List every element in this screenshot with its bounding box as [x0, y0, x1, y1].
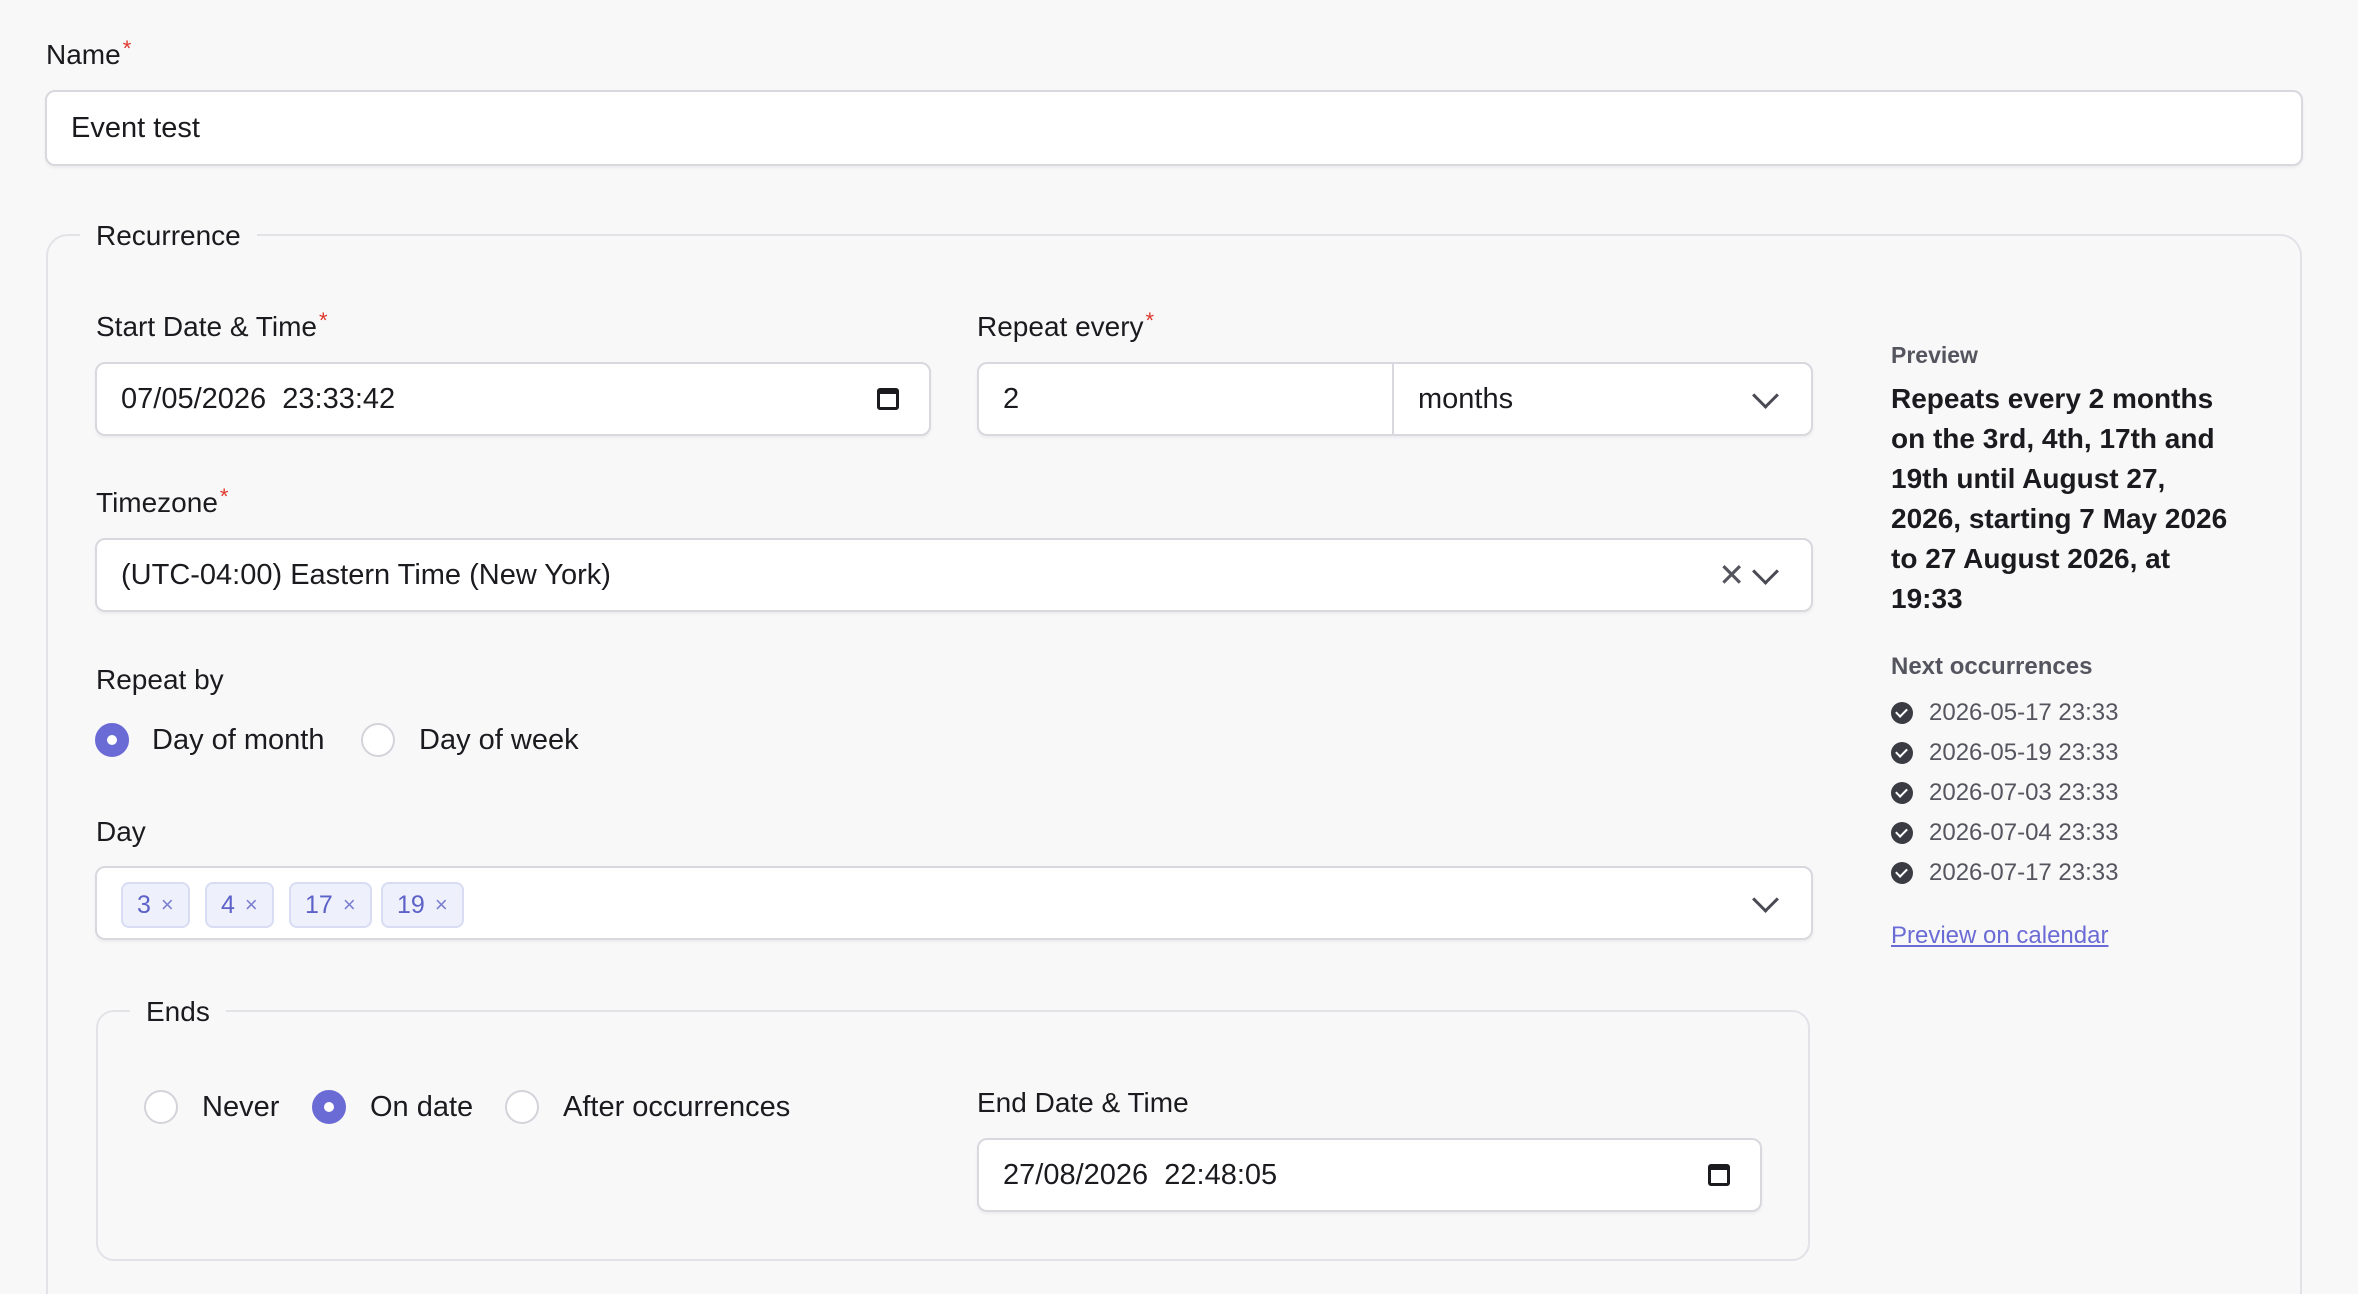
start-datetime-value: 07/05/2026 23:33:42: [121, 382, 396, 415]
day-chip-label: 19: [397, 890, 425, 919]
radio-day-of-month[interactable]: [95, 723, 129, 757]
ends-legend: Ends: [130, 995, 226, 1029]
check-circle-icon: [1891, 862, 1913, 884]
calendar-icon[interactable]: [1708, 1164, 1730, 1186]
repeat-every-value: 2: [1003, 382, 1020, 415]
radio-never[interactable]: [144, 1090, 178, 1124]
radio-day-of-week-label[interactable]: Day of week: [419, 723, 579, 757]
day-chip-label: 3: [137, 890, 151, 919]
check-circle-icon: [1891, 742, 1913, 764]
timezone-value: (UTC-04:00) Eastern Time (New York): [121, 558, 611, 591]
occurrence-text: 2026-05-19 23:33: [1929, 739, 2119, 766]
day-chip: 19 ×: [381, 882, 464, 928]
chevron-down-icon: [1752, 382, 1779, 409]
recurrence-legend: Recurrence: [80, 219, 257, 253]
day-label: Day: [96, 816, 146, 847]
repeat-unit-select[interactable]: months: [1394, 364, 1811, 434]
radio-after-occurrences[interactable]: [505, 1090, 539, 1124]
day-chip-label: 4: [221, 890, 235, 919]
required-mark: *: [1145, 308, 1155, 333]
radio-on-date[interactable]: [312, 1090, 346, 1124]
day-multiselect[interactable]: 3 × 4 × 17 × 19 ×: [95, 866, 1813, 940]
timezone-select[interactable]: (UTC-04:00) Eastern Time (New York) ✕: [95, 538, 1813, 612]
name-input[interactable]: Event test: [45, 90, 2303, 166]
start-datetime-label: Start Date & Time*: [96, 308, 328, 344]
remove-chip-icon[interactable]: ×: [435, 892, 448, 918]
occurrence-item: 2026-05-17 23:33: [1891, 699, 2119, 727]
repeat-every-label-text: Repeat every: [977, 311, 1144, 342]
radio-never-label[interactable]: Never: [202, 1090, 279, 1124]
repeat-every-group: 2 months: [977, 362, 1813, 436]
occurrence-text: 2026-07-03 23:33: [1929, 779, 2119, 806]
occurrence-item: 2026-07-03 23:33: [1891, 779, 2119, 807]
remove-chip-icon[interactable]: ×: [245, 892, 258, 918]
day-chip: 4 ×: [205, 882, 274, 928]
calendar-icon[interactable]: [877, 388, 899, 410]
radio-day-of-week[interactable]: [361, 723, 395, 757]
repeat-by-label: Repeat by: [96, 664, 224, 695]
preview-title: Preview: [1891, 342, 1978, 368]
radio-after-occurrences-label[interactable]: After occurrences: [563, 1090, 790, 1124]
required-mark: *: [122, 36, 132, 61]
day-chip-label: 17: [305, 890, 333, 919]
day-chip: 3 ×: [121, 882, 190, 928]
start-datetime-input[interactable]: 07/05/2026 23:33:42: [95, 362, 931, 436]
repeat-every-label: Repeat every*: [977, 308, 1155, 344]
timezone-label: Timezone*: [96, 484, 229, 520]
event-form: Name* Event test Recurrence Start Date &…: [0, 0, 2358, 1294]
required-mark: *: [219, 484, 229, 509]
start-datetime-label-text: Start Date & Time: [96, 311, 317, 342]
occurrence-item: 2026-07-04 23:33: [1891, 819, 2119, 847]
radio-day-of-month-label[interactable]: Day of month: [152, 723, 324, 757]
chevron-down-icon: [1752, 558, 1779, 585]
occurrence-text: 2026-07-17 23:33: [1929, 859, 2119, 886]
occurrence-item: 2026-05-19 23:33: [1891, 739, 2119, 767]
occurrence-text: 2026-05-17 23:33: [1929, 699, 2119, 726]
preview-description: Repeats every 2 months on the 3rd, 4th, …: [1891, 383, 2228, 614]
next-occurrences-title: Next occurrences: [1891, 653, 2093, 680]
check-circle-icon: [1891, 782, 1913, 804]
radio-on-date-label[interactable]: On date: [370, 1090, 473, 1124]
repeat-unit-value: months: [1418, 382, 1514, 415]
repeat-every-input[interactable]: 2: [979, 364, 1394, 434]
name-label-text: Name: [46, 39, 121, 70]
occurrence-item: 2026-07-17 23:33: [1891, 859, 2119, 887]
remove-chip-icon[interactable]: ×: [343, 892, 356, 918]
ends-fieldset: [96, 1010, 1810, 1261]
remove-chip-icon[interactable]: ×: [161, 892, 174, 918]
required-mark: *: [318, 308, 328, 333]
name-label: Name*: [46, 36, 132, 72]
day-chip: 17 ×: [289, 882, 372, 928]
chevron-down-icon: [1752, 886, 1779, 913]
close-icon[interactable]: ✕: [1718, 556, 1745, 594]
end-datetime-input[interactable]: 27/08/2026 22:48:05: [977, 1138, 1762, 1212]
timezone-label-text: Timezone: [96, 487, 218, 518]
preview-calendar-link[interactable]: Preview on calendar: [1891, 922, 2108, 950]
name-input-value: Event test: [71, 111, 200, 144]
occurrence-text: 2026-07-04 23:33: [1929, 819, 2119, 846]
check-circle-icon: [1891, 822, 1913, 844]
check-circle-icon: [1891, 702, 1913, 724]
end-datetime-value: 27/08/2026 22:48:05: [1003, 1158, 1278, 1191]
end-datetime-label: End Date & Time: [977, 1087, 1189, 1118]
